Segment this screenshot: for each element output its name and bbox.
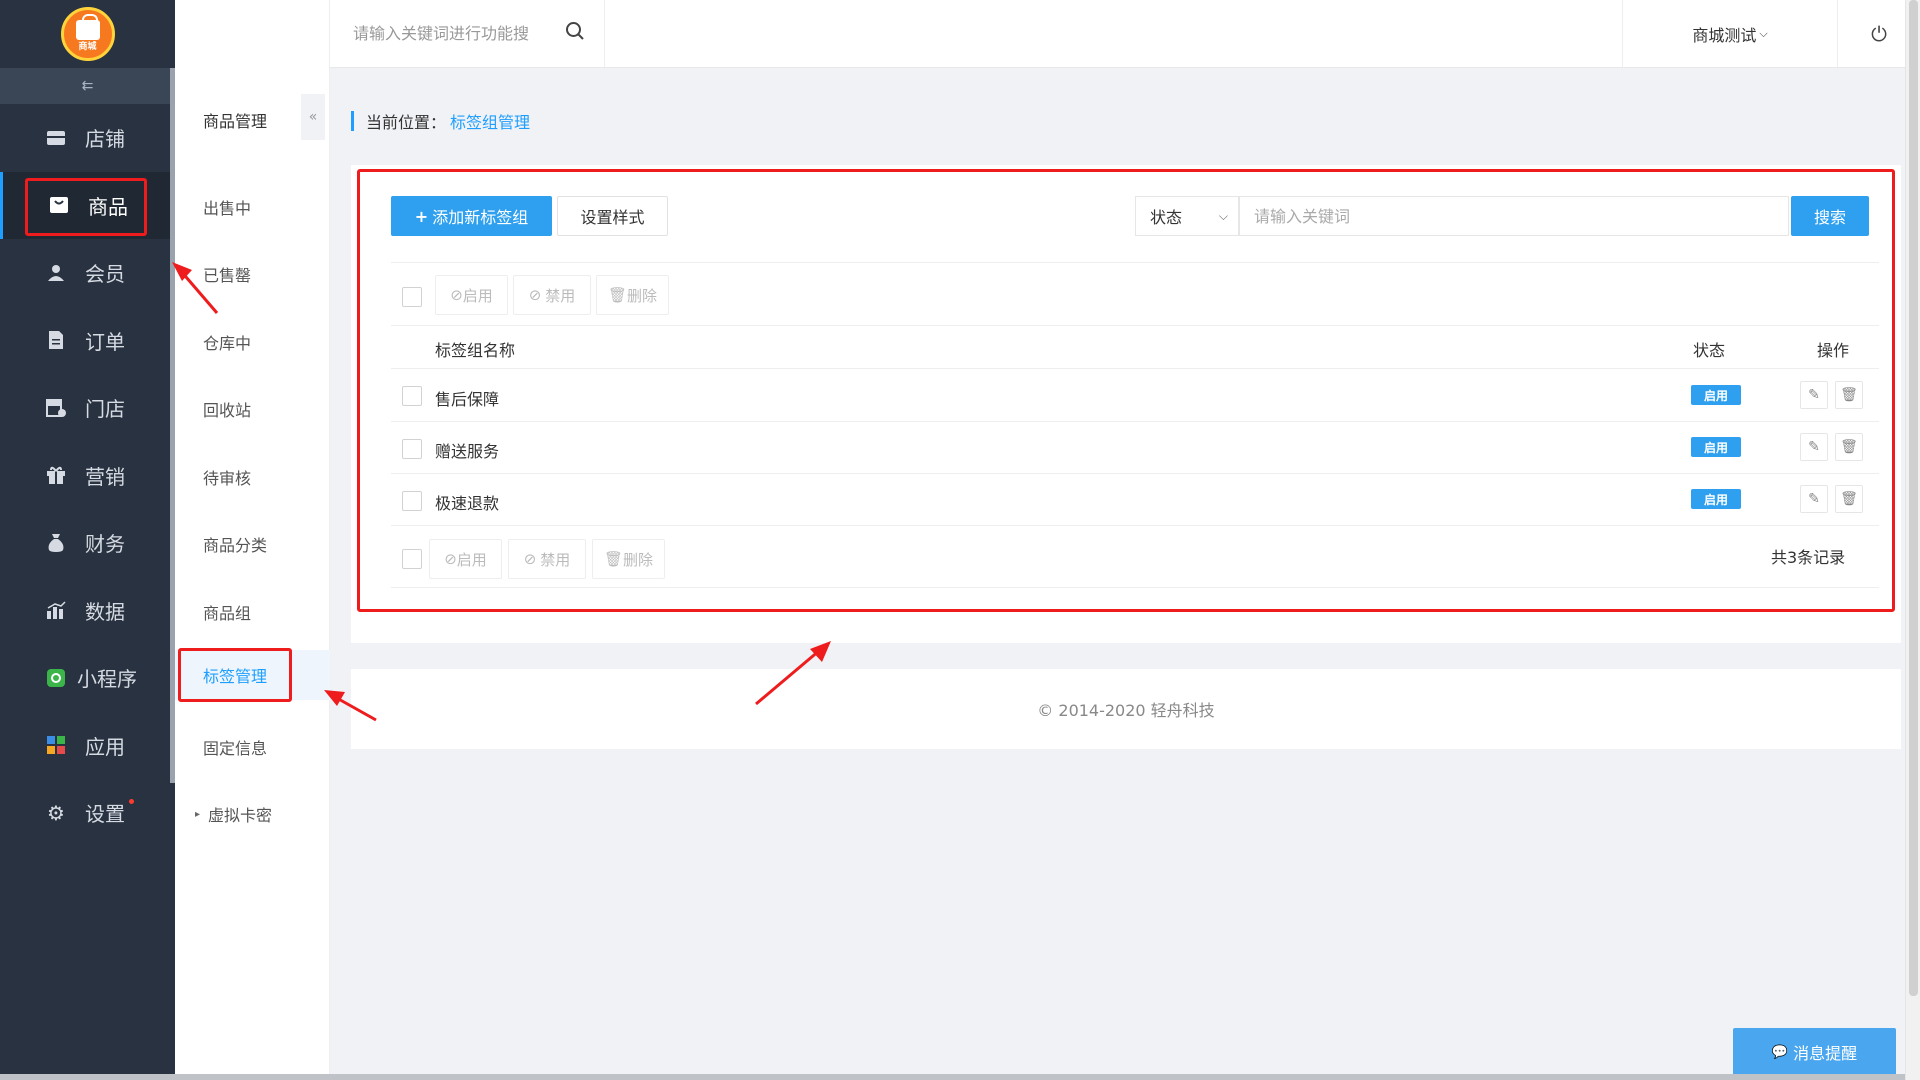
sidebar-item-settings[interactable]: ⚙ 设置 xyxy=(0,779,175,847)
sidebar-item-label: 会员 xyxy=(85,262,125,287)
message-reminder-button[interactable]: 💬 消息提醒 xyxy=(1733,1028,1896,1076)
submenu-item-label: 回收站 xyxy=(203,401,252,420)
page-scrollbar-thumb[interactable] xyxy=(1909,0,1918,996)
user-name: 商城测试 xyxy=(1692,25,1757,45)
submenu-item-pending-review[interactable]: 待审核 xyxy=(175,452,330,502)
sidebar-item-shop[interactable]: 门店 xyxy=(0,374,175,442)
sidebar-collapse-toggle[interactable]: ⇇ xyxy=(0,68,175,104)
search-icon[interactable] xyxy=(565,21,585,46)
submenu-item-fixed-info[interactable]: 固定信息 xyxy=(175,722,330,772)
sidebar-item-label: 营销 xyxy=(85,464,125,489)
document-icon xyxy=(45,329,67,351)
highlight-box-tag-manage xyxy=(178,648,292,702)
submenu-title: 商品管理 xyxy=(203,112,268,131)
double-chevron-left-icon: « xyxy=(308,109,318,125)
caret-right-icon: ▸ xyxy=(195,808,201,820)
submenu-item-virtual-card[interactable]: ▸ 虚拟卡密 xyxy=(175,789,330,839)
page-scrollbar[interactable] xyxy=(1905,0,1920,1080)
submenu-item-label: 已售罄 xyxy=(203,266,252,285)
miniprogram-icon xyxy=(45,667,67,689)
submenu-item-category[interactable]: 商品分类 xyxy=(175,519,330,569)
chat-bubble-icon: 💬 xyxy=(1771,1044,1789,1060)
submenu-item-label: 出售中 xyxy=(203,199,252,218)
function-search-input[interactable] xyxy=(353,24,553,43)
shopping-bag-icon xyxy=(75,14,100,40)
function-search xyxy=(330,0,605,67)
sidebar-item-label: 设置 xyxy=(85,802,125,827)
sidebar-item-label: 店铺 xyxy=(85,127,125,152)
message-reminder-label: 消息提醒 xyxy=(1793,1044,1858,1063)
sidebar-item-label: 门店 xyxy=(85,397,125,422)
highlight-box-panel xyxy=(357,169,1895,612)
collapse-left-icon: ⇇ xyxy=(81,78,94,94)
apps-icon xyxy=(45,734,67,756)
bar-chart-icon xyxy=(45,599,67,621)
shop-icon xyxy=(45,397,67,419)
breadcrumb: 当前位置： 标签组管理 xyxy=(351,109,530,133)
submenu-item-label: 虚拟卡密 xyxy=(208,806,273,825)
gear-icon: ⚙ xyxy=(47,800,65,825)
sidebar-item-label: 数据 xyxy=(85,599,125,624)
submenu-item-on-sale[interactable]: 出售中 xyxy=(175,182,330,232)
submenu-fold-button[interactable]: « xyxy=(301,94,325,140)
submenu-item-label: 仓库中 xyxy=(203,334,252,353)
submenu-item-label: 待审核 xyxy=(203,469,252,488)
logo-text: 商城 xyxy=(78,42,97,52)
bottom-scroll-strip xyxy=(0,1074,1905,1080)
logo[interactable]: 商城 xyxy=(60,7,115,61)
submenu-item-label: 商品分类 xyxy=(203,536,268,555)
submenu-item-label: 商品组 xyxy=(203,604,252,623)
submenu-item-group[interactable]: 商品组 xyxy=(175,587,330,637)
sidebar-item-order[interactable]: 订单 xyxy=(0,307,175,375)
sidebar-item-member[interactable]: 会员 xyxy=(0,239,175,307)
sidebar-item-label: 小程序 xyxy=(77,667,137,692)
main-sidebar: 商城 ⇇ 店铺 商品 会员 订单 门店 营销 财务 数据 小程序 应用 ⚙ 设置 xyxy=(0,0,175,1080)
sidebar-item-data[interactable]: 数据 xyxy=(0,577,175,645)
sidebar-item-miniprogram[interactable]: 小程序 xyxy=(0,644,175,712)
submenu-item-recycle[interactable]: 回收站 xyxy=(175,384,330,434)
notification-dot xyxy=(129,799,134,804)
store-icon xyxy=(45,127,67,149)
submenu-item-warehouse[interactable]: 仓库中 xyxy=(175,317,330,367)
gift-icon xyxy=(45,464,67,486)
footer: © 2014-2020 轻舟科技 xyxy=(351,669,1901,749)
user-icon xyxy=(45,262,67,284)
breadcrumb-prefix: 当前位置： xyxy=(366,113,447,132)
sidebar-item-label: 财务 xyxy=(85,532,125,557)
logo-area: 商城 xyxy=(0,0,175,68)
breadcrumb-current[interactable]: 标签组管理 xyxy=(450,109,530,133)
sidebar-item-label: 应用 xyxy=(85,734,125,759)
sidebar-item-apps[interactable]: 应用 xyxy=(0,712,175,780)
sidebar-item-store[interactable]: 店铺 xyxy=(0,104,175,172)
sidebar-item-marketing[interactable]: 营销 xyxy=(0,442,175,510)
chevron-down-icon: ⌵ xyxy=(1759,26,1768,40)
power-icon: ⏻ xyxy=(1871,21,1887,46)
money-bag-icon xyxy=(45,532,67,554)
top-bar: ⌂ ☰ 商城测试 ⌵ ⏻ xyxy=(175,0,1920,68)
secondary-menu: 商品管理 « 出售中 已售罄 仓库中 回收站 待审核 商品分类 商品组 标签管理… xyxy=(175,0,330,1080)
sidebar-item-label: 订单 xyxy=(85,329,125,354)
user-menu[interactable]: 商城测试 ⌵ xyxy=(1622,0,1838,67)
tag-group-panel: + 添加新标签组 设置样式 状态 ⌵ 搜索 ⊘启用 ⊘禁用 🗑删除 标签组名称 … xyxy=(351,165,1901,643)
highlight-box-goods xyxy=(25,178,147,236)
copyright: © 2014-2020 轻舟科技 xyxy=(1037,701,1215,720)
sidebar-item-finance[interactable]: 财务 xyxy=(0,509,175,577)
submenu-item-label: 固定信息 xyxy=(203,739,268,758)
annotation-arrow-panel xyxy=(755,641,831,706)
